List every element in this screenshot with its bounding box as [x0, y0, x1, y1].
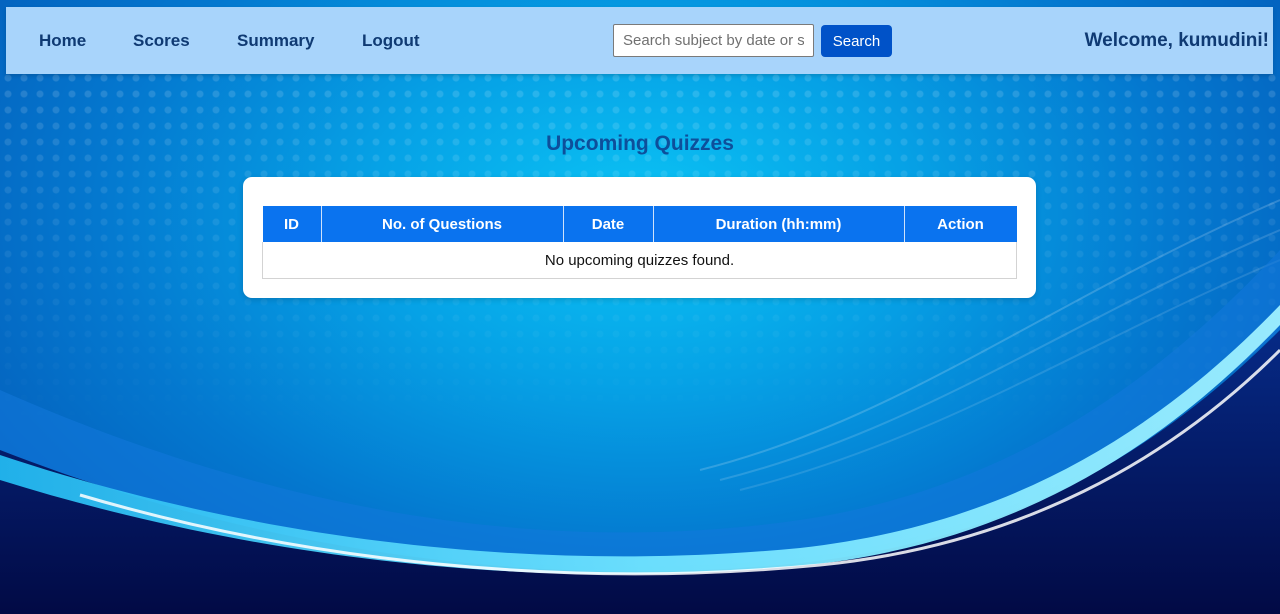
search-input[interactable]: [613, 24, 814, 57]
top-navbar: Home Scores Summary Logout Search Welcom…: [6, 7, 1273, 74]
column-header-action: Action: [904, 206, 1017, 242]
page-title: Upcoming Quizzes: [546, 132, 734, 155]
table-header-row: ID No. of Questions Date Duration (hh:mm…: [262, 206, 1017, 242]
welcome-message: Welcome, kumudini!: [1084, 30, 1269, 51]
nav-link-scores[interactable]: Scores: [133, 31, 190, 51]
background-waves: [0, 199, 1280, 614]
column-header-duration: Duration (hh:mm): [653, 206, 905, 242]
upcoming-quizzes-table: ID No. of Questions Date Duration (hh:mm…: [262, 206, 1017, 279]
search-button[interactable]: Search: [821, 25, 892, 57]
nav-link-logout[interactable]: Logout: [362, 31, 420, 51]
quiz-card: ID No. of Questions Date Duration (hh:mm…: [243, 177, 1036, 298]
nav-link-summary[interactable]: Summary: [237, 31, 314, 51]
column-header-date: Date: [563, 206, 654, 242]
empty-table-message: No upcoming quizzes found.: [262, 242, 1017, 279]
column-header-id: ID: [262, 206, 322, 242]
column-header-questions: No. of Questions: [321, 206, 564, 242]
nav-link-home[interactable]: Home: [39, 31, 86, 51]
table-row: No upcoming quizzes found.: [262, 242, 1017, 279]
